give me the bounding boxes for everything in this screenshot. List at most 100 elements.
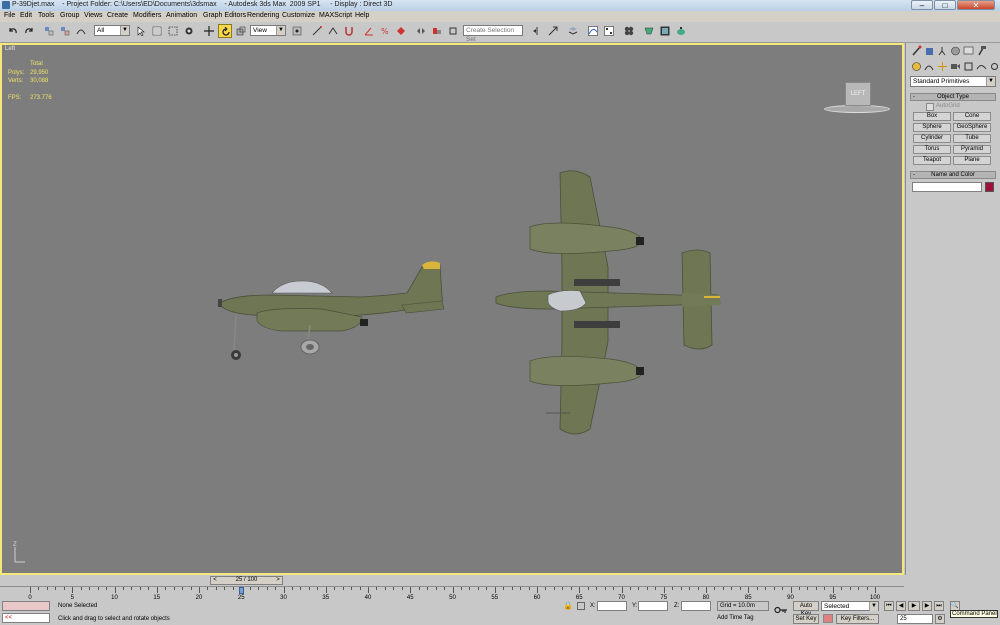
rendered-frame-window-button[interactable]: [658, 24, 672, 38]
menu-edit[interactable]: Edit: [20, 12, 32, 19]
viewcube[interactable]: LEFT: [845, 82, 871, 106]
motion-tab[interactable]: [950, 45, 961, 57]
time-slider-next[interactable]: >: [274, 577, 282, 584]
pyramid-button[interactable]: Pyramid: [953, 145, 991, 154]
unlink-button[interactable]: [58, 24, 72, 38]
menu-help[interactable]: Help: [355, 12, 369, 19]
viewport-label[interactable]: Left: [5, 46, 15, 52]
menu-animation[interactable]: Animation: [166, 12, 197, 19]
space-warps-button[interactable]: [976, 61, 987, 73]
mirror-button[interactable]: [414, 24, 428, 38]
app-icon[interactable]: [2, 1, 10, 9]
geosphere-button[interactable]: GeoSphere: [953, 123, 991, 132]
selection-filter-dropdown[interactable]: All ▼: [94, 25, 130, 36]
menu-views[interactable]: Views: [84, 12, 103, 19]
select-by-name-button[interactable]: [150, 24, 164, 38]
cone-button[interactable]: Cone: [953, 112, 991, 121]
rectangular-selection-button[interactable]: [166, 24, 180, 38]
set-key-button[interactable]: Set Key: [793, 614, 819, 624]
set-key-filter-icon[interactable]: [823, 614, 833, 623]
render-setup-button[interactable]: [642, 24, 656, 38]
add-time-tag[interactable]: Add Time Tag: [717, 614, 769, 624]
undo-button[interactable]: [6, 24, 20, 38]
select-object-button[interactable]: [134, 24, 148, 38]
named-selection-sets-button[interactable]: [446, 24, 460, 38]
name-and-color-rollout[interactable]: - Name and Color: [910, 171, 996, 179]
lights-button[interactable]: [937, 61, 948, 73]
schematic-view-button[interactable]: [602, 24, 616, 38]
bind-space-warp-button[interactable]: [74, 24, 88, 38]
hierarchy-tab[interactable]: [937, 45, 948, 57]
quick-align-button[interactable]: [546, 24, 560, 38]
menu-file[interactable]: File: [4, 12, 15, 19]
maximize-button[interactable]: □: [934, 0, 956, 10]
autogrid-checkbox[interactable]: [926, 103, 934, 111]
time-slider-prev[interactable]: <: [211, 577, 219, 584]
mirror-tool-button[interactable]: [530, 24, 544, 38]
menu-group[interactable]: Group: [60, 12, 79, 19]
go-to-end-button[interactable]: ⏭: [934, 601, 944, 611]
display-tab[interactable]: [963, 45, 974, 57]
go-to-start-button[interactable]: ⏮: [884, 601, 894, 611]
systems-button[interactable]: [989, 61, 1000, 73]
teapot-button[interactable]: Teapot: [913, 156, 951, 165]
menu-rendering[interactable]: Rendering: [247, 12, 279, 19]
lock-icon[interactable]: 🔒: [563, 601, 573, 610]
time-configuration-button[interactable]: ⚙: [935, 614, 945, 624]
menu-graph-editors[interactable]: Graph Editors: [203, 12, 246, 19]
menu-customize[interactable]: Customize: [282, 12, 315, 19]
layer-manager-button[interactable]: [566, 24, 580, 38]
key-icon[interactable]: [774, 605, 788, 615]
render-production-button[interactable]: [674, 24, 688, 38]
object-type-rollout[interactable]: - Object Type: [910, 93, 996, 101]
cylinder-button[interactable]: Cylinder: [913, 134, 951, 143]
previous-frame-button[interactable]: ◀: [896, 601, 906, 611]
select-and-scale-button[interactable]: [234, 24, 248, 38]
pivot-center-button[interactable]: [290, 24, 304, 38]
time-slider[interactable]: < 25 / 100 >: [210, 576, 283, 585]
select-and-link-button[interactable]: [42, 24, 56, 38]
keyboard-shortcut-button[interactable]: [326, 24, 340, 38]
select-and-rotate-button[interactable]: [218, 24, 232, 38]
plane-button[interactable]: Plane: [953, 156, 991, 165]
redo-button[interactable]: [22, 24, 36, 38]
select-and-move-button[interactable]: [202, 24, 216, 38]
sphere-button[interactable]: Sphere: [913, 123, 951, 132]
reference-coord-dropdown[interactable]: View ▼: [250, 25, 286, 36]
snaps-toggle-button[interactable]: [342, 24, 356, 38]
play-button[interactable]: ▶: [908, 601, 920, 611]
object-color-swatch[interactable]: [985, 182, 994, 192]
angle-snap-button[interactable]: [362, 24, 376, 38]
x-coordinate-field[interactable]: [597, 601, 627, 611]
named-selection-set-field[interactable]: Create Selection Set: [463, 25, 523, 43]
spinner-snap-button[interactable]: [394, 24, 408, 38]
tube-button[interactable]: Tube: [953, 134, 991, 143]
z-coordinate-field[interactable]: [681, 601, 711, 611]
menu-maxscript[interactable]: MAXScript: [319, 12, 352, 19]
menu-tools[interactable]: Tools: [38, 12, 54, 19]
menu-create[interactable]: Create: [107, 12, 128, 19]
viewport-left[interactable]: Left Total Polys: 29,950 Verts: 30,088 F…: [0, 43, 904, 575]
viewcube-ring[interactable]: [824, 105, 890, 113]
torus-button[interactable]: Torus: [913, 145, 951, 154]
maxscript-arrow[interactable]: <<: [2, 613, 50, 623]
geometry-button[interactable]: [911, 61, 922, 73]
key-mode-dropdown[interactable]: Selected ▼: [821, 601, 879, 611]
object-name-field[interactable]: [912, 182, 982, 192]
cameras-button[interactable]: [950, 61, 961, 73]
aircraft-top-view[interactable]: [490, 167, 730, 442]
minimize-button[interactable]: –: [911, 0, 933, 10]
absolute-mode-toggle[interactable]: [577, 602, 585, 610]
current-frame-marker[interactable]: [239, 587, 245, 594]
auto-key-button[interactable]: Auto Key: [793, 601, 819, 617]
next-frame-button[interactable]: ▶: [922, 601, 932, 611]
shapes-button[interactable]: [924, 61, 935, 73]
percent-snap-button[interactable]: %: [378, 24, 392, 38]
key-filters-button[interactable]: Key Filters...: [836, 614, 879, 624]
create-tab[interactable]: [911, 45, 922, 57]
window-crossing-button[interactable]: [182, 24, 196, 38]
utilities-tab[interactable]: [976, 45, 987, 57]
box-button[interactable]: Box: [913, 112, 951, 121]
align-button[interactable]: [430, 24, 444, 38]
close-button[interactable]: ✕: [957, 0, 995, 10]
